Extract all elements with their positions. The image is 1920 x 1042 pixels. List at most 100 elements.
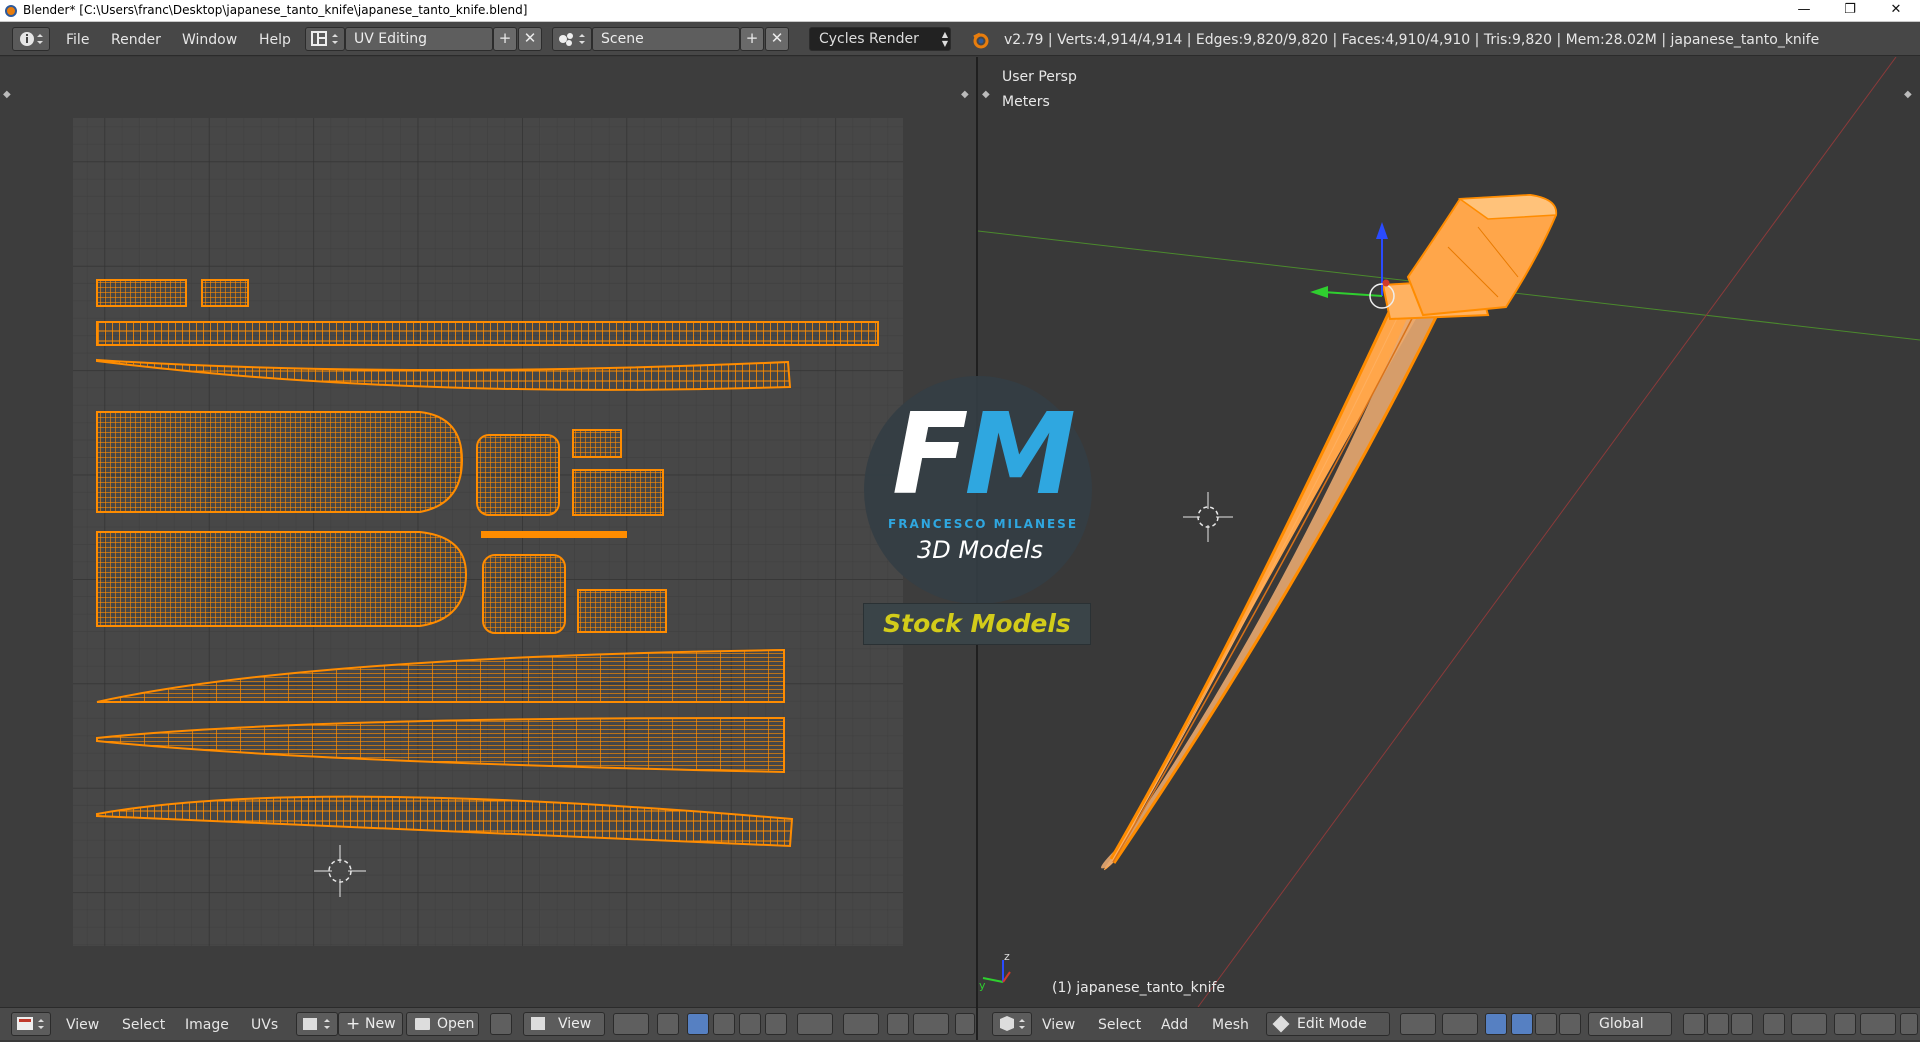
scene-icon: [559, 33, 585, 46]
3d-menu-select[interactable]: Select: [1098, 1017, 1141, 1033]
delete-scene-button[interactable]: ✕: [765, 27, 789, 51]
properties-expand-icon[interactable]: ◆: [1904, 89, 1912, 100]
svg-text:y: y: [979, 979, 986, 992]
close-window-button[interactable]: ✕: [1873, 0, 1919, 22]
uv-menu-view[interactable]: View: [66, 1017, 99, 1033]
transform-manipulator[interactable]: [1310, 222, 1395, 309]
image-icon: [303, 1018, 330, 1030]
3d-menu-add[interactable]: Add: [1161, 1017, 1188, 1033]
plus-icon: +: [346, 1014, 361, 1034]
pivot-point-icon[interactable]: [1442, 1013, 1478, 1035]
uv-image-editor[interactable]: ◆ ◆: [0, 57, 976, 1007]
properties-expand-icon[interactable]: ◆: [961, 89, 969, 100]
pin-icon[interactable]: [490, 1013, 512, 1035]
interaction-mode-select[interactable]: Edit Mode: [1266, 1012, 1390, 1036]
menu-help[interactable]: Help: [259, 32, 291, 48]
scene-field[interactable]: Scene: [592, 27, 740, 51]
3d-viewport[interactable]: ◆ ◆ y z User Persp Meters (1) japanese_t…: [978, 57, 1920, 1007]
editor-type-info-button[interactable]: [12, 27, 50, 51]
add-scene-button[interactable]: +: [740, 27, 764, 51]
uv-island[interactable]: [482, 554, 566, 634]
screen-layout-browse-button[interactable]: [305, 27, 345, 51]
menu-window[interactable]: Window: [182, 32, 237, 48]
uv-menu-select[interactable]: Select: [122, 1017, 165, 1033]
3d-menu-view[interactable]: View: [1042, 1017, 1075, 1033]
menu-render[interactable]: Render: [111, 32, 161, 48]
interaction-mode-label: Edit Mode: [1297, 1016, 1367, 1032]
viewport-canvas[interactable]: ◆ ◆ y z: [978, 57, 1920, 1007]
pivot-point-icon[interactable]: [613, 1013, 649, 1035]
sync-selection-icon[interactable]: [657, 1013, 679, 1035]
add-screen-button[interactable]: +: [493, 27, 517, 51]
transform-orientation-label: Global: [1599, 1016, 1644, 1032]
uv-island[interactable]: [476, 434, 560, 516]
3d-menu-mesh[interactable]: Mesh: [1212, 1017, 1249, 1033]
uv-island[interactable]: [96, 531, 468, 627]
snap-icon[interactable]: [1834, 1013, 1856, 1035]
open-image-button[interactable]: Open: [406, 1012, 479, 1036]
new-image-button[interactable]: + New: [338, 1012, 403, 1036]
viewport-shading-icon[interactable]: [1400, 1013, 1436, 1035]
uv-island[interactable]: [96, 321, 879, 346]
minimize-button[interactable]: —: [1781, 0, 1827, 22]
uv-island[interactable]: [481, 531, 627, 538]
3d-view-icon: [1000, 1016, 1025, 1031]
info-icon: [20, 32, 43, 46]
delete-screen-button[interactable]: ✕: [518, 27, 542, 51]
3d-view-header: View Select Add Mesh Edit Mode Global: [978, 1007, 1920, 1040]
editor-type-button[interactable]: [992, 1012, 1032, 1036]
snap-target-icon[interactable]: [913, 1013, 949, 1035]
scene-browse-button[interactable]: [552, 27, 592, 51]
open-image-label: Open: [437, 1016, 475, 1032]
manipulator-toggle-icon[interactable]: [1485, 1013, 1507, 1035]
toolshelf-expand-icon[interactable]: ◆: [982, 89, 990, 100]
uv-island[interactable]: [577, 589, 667, 633]
scale-manipulator-icon[interactable]: [1559, 1013, 1581, 1035]
snap-element-icon[interactable]: [1860, 1013, 1896, 1035]
uv-canvas[interactable]: ◆ ◆: [0, 57, 976, 1007]
active-channel-icon[interactable]: [955, 1013, 975, 1035]
layout-grid-icon: [311, 31, 338, 46]
restore-button[interactable]: ❐: [1827, 0, 1873, 22]
vertex-select-icon[interactable]: [687, 1013, 709, 1035]
menu-file[interactable]: File: [66, 32, 89, 48]
tanto-knife-mesh[interactable]: [1101, 193, 1558, 871]
vertex-select-icon[interactable]: [1683, 1013, 1705, 1035]
snap-icon[interactable]: [887, 1013, 909, 1035]
edge-select-icon[interactable]: [713, 1013, 735, 1035]
new-image-label: New: [365, 1016, 396, 1032]
translate-manipulator-icon[interactable]: [1511, 1013, 1533, 1035]
uv-island[interactable]: [572, 429, 622, 458]
watermark-fm-logo: FM: [892, 390, 1076, 520]
uv-island[interactable]: [572, 469, 664, 516]
units-label: Meters: [1002, 94, 1050, 110]
face-select-icon[interactable]: [739, 1013, 761, 1035]
uv-island[interactable]: [201, 279, 249, 307]
3d-cursor-icon[interactable]: [1183, 492, 1233, 542]
watermark-tagline: 3D Models: [917, 536, 1043, 564]
image-browse-button[interactable]: [296, 1012, 338, 1036]
view-mode-select[interactable]: View: [523, 1012, 605, 1036]
transform-orientation-select[interactable]: Global: [1588, 1012, 1672, 1036]
view-mode-icon: [531, 1017, 545, 1030]
uv-island[interactable]: [96, 279, 187, 307]
render-engine-select[interactable]: Cycles Render ▲ ▼: [809, 27, 951, 51]
proportional-edit-icon[interactable]: [843, 1013, 879, 1035]
face-select-icon[interactable]: [1731, 1013, 1753, 1035]
proportional-edit-icon[interactable]: [1791, 1013, 1827, 1035]
uv-menu-uvs[interactable]: UVs: [251, 1017, 278, 1033]
sticky-select-icon[interactable]: [797, 1013, 833, 1035]
watermark-banner: Stock Models: [863, 603, 1091, 645]
render-preview-icon[interactable]: [1900, 1013, 1918, 1035]
toolshelf-expand-icon[interactable]: ◆: [3, 89, 11, 100]
rotate-manipulator-icon[interactable]: [1535, 1013, 1557, 1035]
occlude-geometry-icon[interactable]: [1763, 1013, 1785, 1035]
uv-menu-image[interactable]: Image: [185, 1017, 229, 1033]
window-title: Blender* [C:\Users\franc\Desktop\japanes…: [23, 3, 528, 17]
editor-type-button[interactable]: [11, 1012, 51, 1036]
uv-island[interactable]: [96, 411, 464, 513]
island-select-icon[interactable]: [765, 1013, 787, 1035]
edge-select-icon[interactable]: [1707, 1013, 1729, 1035]
screen-layout-field[interactable]: UV Editing: [345, 27, 493, 51]
view-mode-label: View: [558, 1016, 592, 1032]
